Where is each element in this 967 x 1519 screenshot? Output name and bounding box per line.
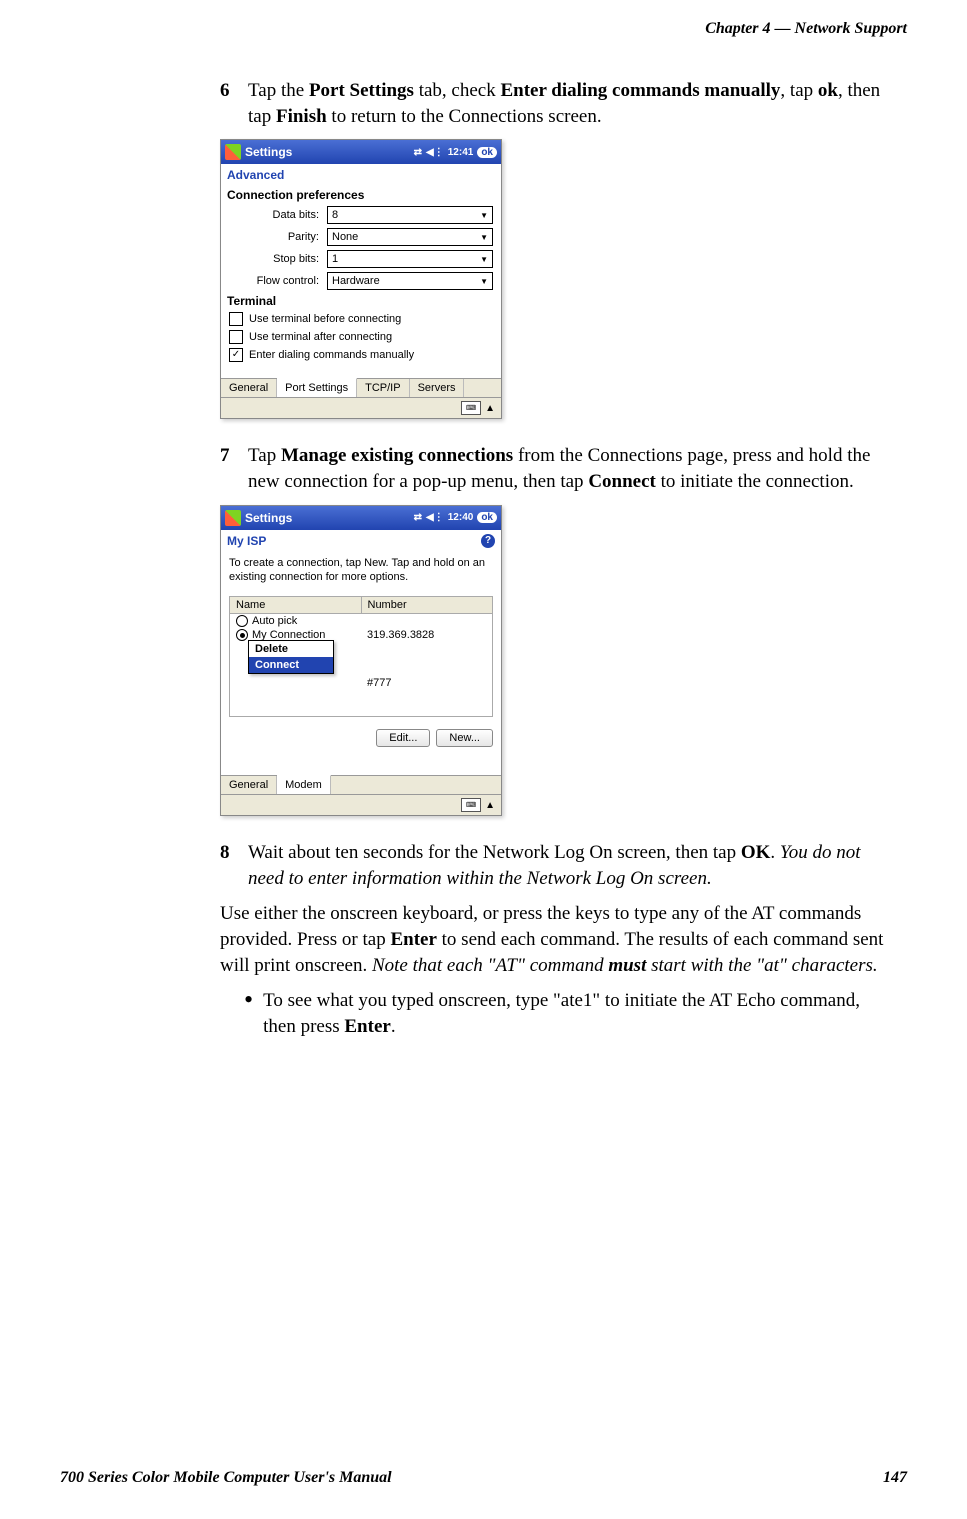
- new-button[interactable]: New...: [436, 729, 493, 747]
- row-flow-control: Flow control: Hardware▼: [221, 270, 501, 292]
- edit-button[interactable]: Edit...: [376, 729, 430, 747]
- chevron-down-icon: ▼: [480, 255, 488, 264]
- section-terminal: Terminal: [221, 292, 501, 310]
- radio-icon[interactable]: [236, 615, 248, 627]
- context-menu: Delete Connect: [248, 640, 334, 674]
- screen-title: Advanced: [221, 164, 501, 186]
- tab-port-settings[interactable]: Port Settings: [277, 378, 357, 397]
- connectivity-icon[interactable]: ⇄: [414, 147, 422, 158]
- paragraph-at-commands: Use either the onscreen keyboard, or pre…: [220, 901, 897, 978]
- menu-connect[interactable]: Connect: [249, 657, 333, 673]
- titlebar: Settings ⇄ ◀⋮ 12:41 ok: [221, 140, 501, 164]
- step-number: 6: [220, 78, 238, 129]
- keyboard-icon[interactable]: ⌨: [461, 798, 481, 812]
- screenshot-my-isp: Settings ⇄ ◀⋮ 12:40 ok My ISP ? To creat…: [220, 505, 502, 817]
- chapter-title: Network Support: [795, 20, 907, 37]
- checkbox-icon[interactable]: [229, 312, 243, 326]
- menu-delete[interactable]: Delete: [249, 641, 333, 657]
- chevron-down-icon: ▼: [480, 233, 488, 242]
- app-title: Settings: [245, 511, 292, 525]
- chk-dialing-manually[interactable]: ✓ Enter dialing commands manually: [221, 346, 501, 364]
- chk-terminal-after[interactable]: Use terminal after connecting: [221, 328, 501, 346]
- row-data-bits: Data bits: 8▼: [221, 204, 501, 226]
- soft-input-bar: ⌨ ▲: [221, 397, 501, 418]
- step-6: 6 Tap the Port Settings tab, check Enter…: [220, 78, 897, 129]
- dash: —: [775, 20, 791, 37]
- bottom-tabs: General Port Settings TCP/IP Servers: [221, 378, 501, 397]
- bullet-icon: [244, 988, 253, 1039]
- soft-input-bar: ⌨ ▲: [221, 794, 501, 815]
- clock: 12:41: [448, 147, 474, 158]
- chapter-label: Chapter 4: [705, 20, 770, 37]
- bottom-tabs: General Modem: [221, 775, 501, 794]
- combo-stop-bits[interactable]: 1▼: [327, 250, 493, 268]
- tab-servers[interactable]: Servers: [410, 379, 465, 397]
- step-text: Tap Manage existing connections from the…: [248, 443, 897, 494]
- step-text: Tap the Port Settings tab, check Enter d…: [248, 78, 897, 129]
- ok-button[interactable]: ok: [477, 147, 497, 158]
- up-arrow-icon[interactable]: ▲: [485, 403, 495, 414]
- button-row: Edit... New...: [221, 723, 501, 757]
- step-number: 8: [220, 840, 238, 891]
- start-icon[interactable]: [225, 510, 241, 526]
- step-text: Wait about ten seconds for the Network L…: [248, 840, 897, 891]
- checkbox-icon[interactable]: ✓: [229, 348, 243, 362]
- col-number: Number: [362, 597, 493, 613]
- connections-table: Name Number Auto pick My Connection 319.…: [229, 596, 493, 717]
- table-row[interactable]: Auto pick: [230, 614, 492, 628]
- screen-title: My ISP ?: [221, 530, 501, 552]
- section-connection-prefs: Connection preferences: [221, 186, 501, 204]
- page-number: 147: [883, 1469, 907, 1487]
- bullet-ate1: To see what you typed onscreen, type "at…: [244, 988, 897, 1039]
- connectivity-icon[interactable]: ⇄: [414, 512, 422, 523]
- start-icon[interactable]: [225, 144, 241, 160]
- row-stop-bits: Stop bits: 1▼: [221, 248, 501, 270]
- step-8: 8 Wait about ten seconds for the Network…: [220, 840, 897, 891]
- ok-button[interactable]: ok: [477, 512, 497, 523]
- step-number: 7: [220, 443, 238, 494]
- titlebar: Settings ⇄ ◀⋮ 12:40 ok: [221, 506, 501, 530]
- combo-flow-control[interactable]: Hardware▼: [327, 272, 493, 290]
- page-header: Chapter 4 — Network Support: [60, 20, 907, 38]
- step-7: 7 Tap Manage existing connections from t…: [220, 443, 897, 494]
- instruction-text: To create a connection, tap New. Tap and…: [221, 552, 501, 593]
- combo-data-bits[interactable]: 8▼: [327, 206, 493, 224]
- tab-tcpip[interactable]: TCP/IP: [357, 379, 409, 397]
- table-header: Name Number: [230, 597, 492, 614]
- help-icon[interactable]: ?: [481, 534, 495, 548]
- row-parity: Parity: None▼: [221, 226, 501, 248]
- screenshot-advanced: Settings ⇄ ◀⋮ 12:41 ok Advanced Connecti…: [220, 139, 502, 419]
- manual-title: 700 Series Color Mobile Computer User's …: [60, 1469, 392, 1487]
- tab-general[interactable]: General: [221, 776, 277, 794]
- table-row[interactable]: #777: [230, 676, 492, 690]
- volume-icon[interactable]: ◀⋮: [426, 147, 444, 158]
- tab-modem[interactable]: Modem: [277, 775, 331, 794]
- clock: 12:40: [448, 512, 474, 523]
- chevron-down-icon: ▼: [480, 277, 488, 286]
- checkbox-icon[interactable]: [229, 330, 243, 344]
- app-title: Settings: [245, 145, 292, 159]
- chevron-down-icon: ▼: [480, 211, 488, 220]
- col-name: Name: [230, 597, 362, 613]
- volume-icon[interactable]: ◀⋮: [426, 512, 444, 523]
- combo-parity[interactable]: None▼: [327, 228, 493, 246]
- up-arrow-icon[interactable]: ▲: [485, 800, 495, 811]
- radio-icon[interactable]: [236, 629, 248, 641]
- page-footer: 700 Series Color Mobile Computer User's …: [60, 1469, 907, 1487]
- tab-general[interactable]: General: [221, 379, 277, 397]
- chk-terminal-before[interactable]: Use terminal before connecting: [221, 310, 501, 328]
- keyboard-icon[interactable]: ⌨: [461, 401, 481, 415]
